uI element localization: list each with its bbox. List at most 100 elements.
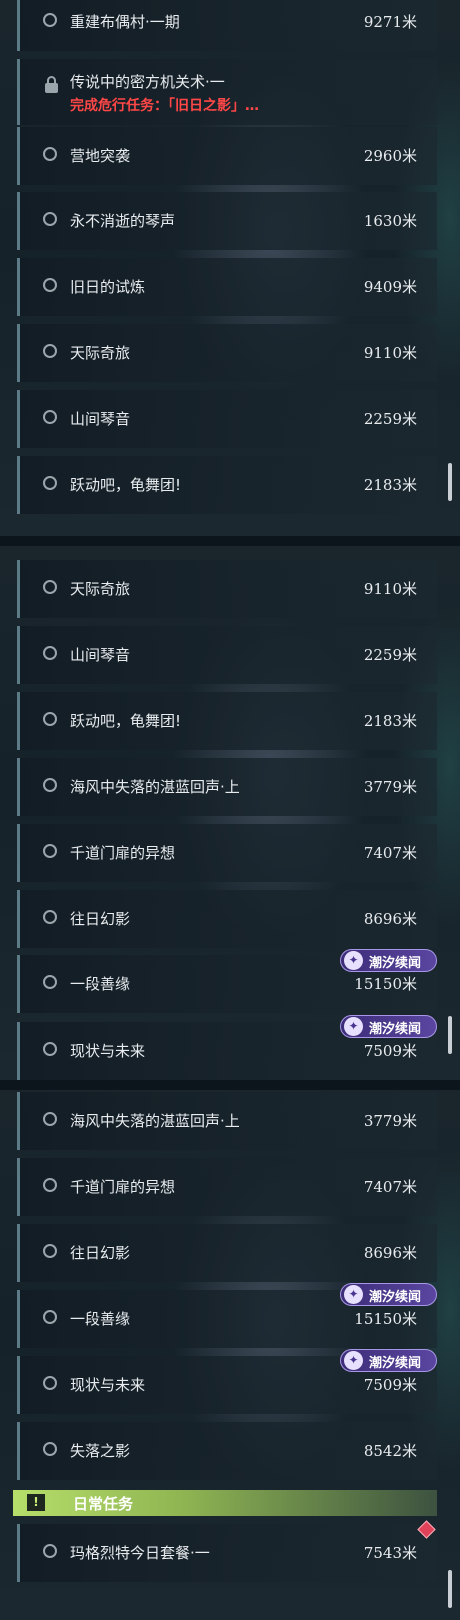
tidal-sequel-icon: ✦ bbox=[344, 951, 363, 970]
quest-row[interactable]: 往日幻影 8696米 bbox=[17, 890, 437, 948]
quest-row[interactable]: 营地突袭 2960米 bbox=[17, 127, 437, 185]
quest-status-circle-icon bbox=[43, 1544, 57, 1558]
quest-status-circle-icon bbox=[43, 344, 57, 358]
badge-label: 潮汐续闻 bbox=[369, 1290, 422, 1305]
quest-distance: 2259米 bbox=[363, 410, 417, 428]
quest-name: 玛格烈特今日套餐·一 bbox=[70, 1544, 210, 1562]
quest-name: 永不消逝的琴声 bbox=[70, 212, 176, 230]
quest-name: 现状与未来 bbox=[70, 1376, 146, 1394]
quest-distance: 9409米 bbox=[363, 278, 417, 296]
quest-status-circle-icon bbox=[43, 580, 57, 594]
quest-distance: 8542米 bbox=[363, 1442, 417, 1460]
scrollbar-thumb[interactable] bbox=[448, 1570, 452, 1608]
quest-row[interactable]: 天际奇旅 9110米 bbox=[17, 324, 437, 382]
tidal-sequel-badge: ✦ 潮汐续闻 bbox=[340, 1015, 437, 1038]
quest-name: 营地突袭 bbox=[70, 147, 131, 165]
exclamation-icon: ! bbox=[27, 1494, 45, 1511]
tidal-sequel-badge: ✦ 潮汐续闻 bbox=[340, 1283, 437, 1306]
quest-status-circle-icon bbox=[43, 778, 57, 792]
quest-name: 跃动吧，龟舞团! bbox=[70, 476, 182, 494]
quest-status-circle-icon bbox=[43, 1042, 57, 1056]
quest-status-circle-icon bbox=[43, 410, 57, 424]
quest-distance: 9110米 bbox=[363, 580, 417, 598]
quest-name: 一段善缘 bbox=[70, 975, 131, 993]
quest-distance: 7509米 bbox=[363, 1042, 417, 1060]
quest-name: 失落之影 bbox=[70, 1442, 131, 1460]
quest-distance: 7509米 bbox=[363, 1376, 417, 1394]
quest-row[interactable]: 跃动吧，龟舞团! 2183米 bbox=[17, 456, 437, 514]
quest-row[interactable]: 千道门扉的异想 7407米 bbox=[17, 824, 437, 882]
tidal-sequel-icon: ✦ bbox=[344, 1351, 363, 1370]
scrollbar-thumb[interactable] bbox=[448, 1016, 452, 1054]
quest-distance: 15150米 bbox=[354, 975, 417, 993]
quest-row[interactable]: 往日幻影 8696米 bbox=[17, 1224, 437, 1282]
quest-unlock-requirement: 完成危行任务：「旧日之影」… bbox=[70, 98, 259, 114]
quest-row[interactable]: 重建布偶村·一期 9271米 bbox=[17, 0, 437, 51]
quest-row[interactable]: 海风中失落的湛蓝回声·上 3779米 bbox=[17, 1092, 437, 1150]
quest-row-locked[interactable]: 传说中的密方机关术·一 完成危行任务：「旧日之影」… bbox=[17, 59, 437, 125]
quest-status-circle-icon bbox=[43, 1310, 57, 1324]
quest-distance: 8696米 bbox=[363, 1244, 417, 1262]
quest-status-circle-icon bbox=[43, 147, 57, 161]
quest-status-circle-icon bbox=[43, 975, 57, 989]
quest-distance: 7407米 bbox=[363, 844, 417, 862]
quest-name: 千道门扉的异想 bbox=[70, 844, 176, 862]
tidal-sequel-icon: ✦ bbox=[344, 1285, 363, 1304]
quest-distance: 3779米 bbox=[363, 778, 417, 796]
quest-distance: 2960米 bbox=[363, 147, 417, 165]
quest-status-circle-icon bbox=[43, 910, 57, 924]
quest-name: 千道门扉的异想 bbox=[70, 1178, 176, 1196]
quest-name: 现状与未来 bbox=[70, 1042, 146, 1060]
quest-status-circle-icon bbox=[43, 1112, 57, 1126]
quest-name: 海风中失落的湛蓝回声·上 bbox=[70, 1112, 240, 1130]
quest-status-circle-icon bbox=[43, 1442, 57, 1456]
quest-distance: 3779米 bbox=[363, 1112, 417, 1130]
quest-status-circle-icon bbox=[43, 712, 57, 726]
quest-distance: 2183米 bbox=[363, 476, 417, 494]
tidal-sequel-badge: ✦ 潮汐续闻 bbox=[340, 949, 437, 972]
quest-name: 跃动吧，龟舞团! bbox=[70, 712, 182, 730]
scrollbar-thumb[interactable] bbox=[448, 463, 452, 501]
quest-distance: 7543米 bbox=[363, 1544, 417, 1562]
quest-row[interactable]: 千道门扉的异想 7407米 bbox=[17, 1158, 437, 1216]
section-title: 日常任务 bbox=[73, 1495, 134, 1513]
quest-status-circle-icon bbox=[43, 13, 57, 27]
quest-status-circle-icon bbox=[43, 1178, 57, 1192]
quest-row[interactable]: 海风中失落的湛蓝回声·上 3779米 bbox=[17, 758, 437, 816]
quest-name: 海风中失落的湛蓝回声·上 bbox=[70, 778, 240, 796]
daily-quests-header[interactable]: ! 日常任务 bbox=[13, 1490, 437, 1516]
quest-row[interactable]: 旧日的试炼 9409米 bbox=[17, 258, 437, 316]
quest-name: 山间琴音 bbox=[70, 410, 131, 428]
quest-distance: 7407米 bbox=[363, 1178, 417, 1196]
quest-row[interactable]: 山间琴音 2259米 bbox=[17, 626, 437, 684]
quest-distance: 9110米 bbox=[363, 344, 417, 362]
quest-row-daily[interactable]: 玛格烈特今日套餐·一 7543米 bbox=[17, 1524, 437, 1582]
quest-name: 山间琴音 bbox=[70, 646, 131, 664]
quest-name: 一段善缘 bbox=[70, 1310, 131, 1328]
quest-name: 重建布偶村·一期 bbox=[70, 13, 180, 31]
quest-status-circle-icon bbox=[43, 1244, 57, 1258]
quest-status-circle-icon bbox=[43, 1376, 57, 1390]
badge-label: 潮汐续闻 bbox=[369, 1356, 422, 1371]
quest-row[interactable]: 跃动吧，龟舞团! 2183米 bbox=[17, 692, 437, 750]
quest-status-circle-icon bbox=[43, 646, 57, 660]
quest-name: 天际奇旅 bbox=[70, 580, 131, 598]
tidal-sequel-icon: ✦ bbox=[344, 1017, 363, 1036]
quest-name: 往日幻影 bbox=[70, 1244, 131, 1262]
quest-status-circle-icon bbox=[43, 212, 57, 226]
quest-row[interactable]: 天际奇旅 9110米 bbox=[17, 560, 437, 618]
quest-status-circle-icon bbox=[43, 278, 57, 292]
quest-row[interactable]: 山间琴音 2259米 bbox=[17, 390, 437, 448]
quest-status-circle-icon bbox=[43, 844, 57, 858]
quest-distance: 15150米 bbox=[354, 1310, 417, 1328]
quest-distance: 1630米 bbox=[363, 212, 417, 230]
quest-name: 旧日的试炼 bbox=[70, 278, 146, 296]
badge-label: 潮汐续闻 bbox=[369, 956, 422, 971]
quest-row[interactable]: 失落之影 8542米 bbox=[17, 1422, 437, 1480]
quest-status-circle-icon bbox=[43, 476, 57, 490]
quest-distance: 9271米 bbox=[363, 13, 417, 31]
quest-distance: 8696米 bbox=[363, 910, 417, 928]
quest-distance: 2259米 bbox=[363, 646, 417, 664]
quest-name: 天际奇旅 bbox=[70, 344, 131, 362]
quest-row[interactable]: 永不消逝的琴声 1630米 bbox=[17, 192, 437, 250]
